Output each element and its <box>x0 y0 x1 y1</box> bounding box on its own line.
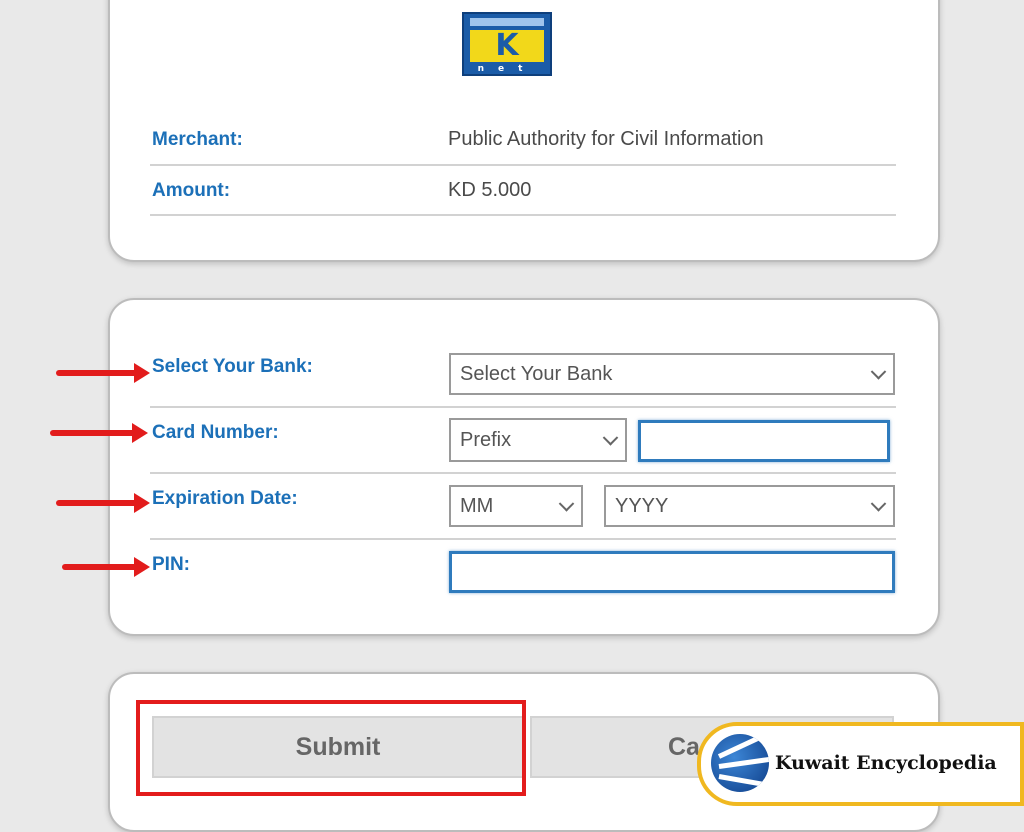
bank-select[interactable]: Select Your Bank <box>449 353 895 395</box>
bank-select-value: Select Your Bank <box>460 362 613 385</box>
expiration-year-value: YYYY <box>615 494 669 517</box>
annotation-arrow-card <box>50 423 148 443</box>
globe-icon <box>711 734 769 792</box>
divider <box>150 472 896 474</box>
submit-highlight-box <box>136 700 526 796</box>
pin-label: PIN: <box>152 554 190 575</box>
divider <box>150 164 896 166</box>
expiration-year-select[interactable]: YYYY <box>604 485 895 527</box>
watermark-badge: Kuwait Encyclopedia <box>697 722 1024 806</box>
expiration-month-select[interactable]: MM <box>449 485 583 527</box>
card-number-label: Card Number: <box>152 422 279 443</box>
annotation-arrow-expiration <box>56 493 150 513</box>
expiration-label: Expiration Date: <box>152 488 298 509</box>
card-prefix-value: Prefix <box>460 428 512 451</box>
chevron-down-icon <box>558 496 575 512</box>
annotation-arrow-pin <box>62 557 150 577</box>
divider <box>150 406 896 408</box>
divider <box>150 214 896 216</box>
card-number-input[interactable] <box>638 420 890 462</box>
logo-k-mark: K <box>470 30 544 62</box>
amount-label: Amount: <box>152 180 231 201</box>
knet-logo: K net <box>462 12 552 76</box>
card-prefix-select[interactable]: Prefix <box>449 418 627 462</box>
merchant-value: Public Authority for Civil Information <box>448 128 764 150</box>
divider <box>150 538 896 540</box>
annotation-arrow-bank <box>56 363 150 383</box>
pin-input[interactable] <box>449 551 895 593</box>
chevron-down-icon <box>870 364 887 380</box>
logo-net-text: net <box>477 64 537 74</box>
merchant-label: Merchant: <box>152 129 243 150</box>
bank-label: Select Your Bank: <box>152 356 313 377</box>
chevron-down-icon <box>870 496 887 512</box>
amount-value: KD 5.000 <box>448 179 532 201</box>
chevron-down-icon <box>602 430 619 446</box>
logo-top-strip <box>470 18 544 26</box>
watermark-text: Kuwait Encyclopedia <box>775 752 997 774</box>
expiration-month-value: MM <box>460 494 494 517</box>
